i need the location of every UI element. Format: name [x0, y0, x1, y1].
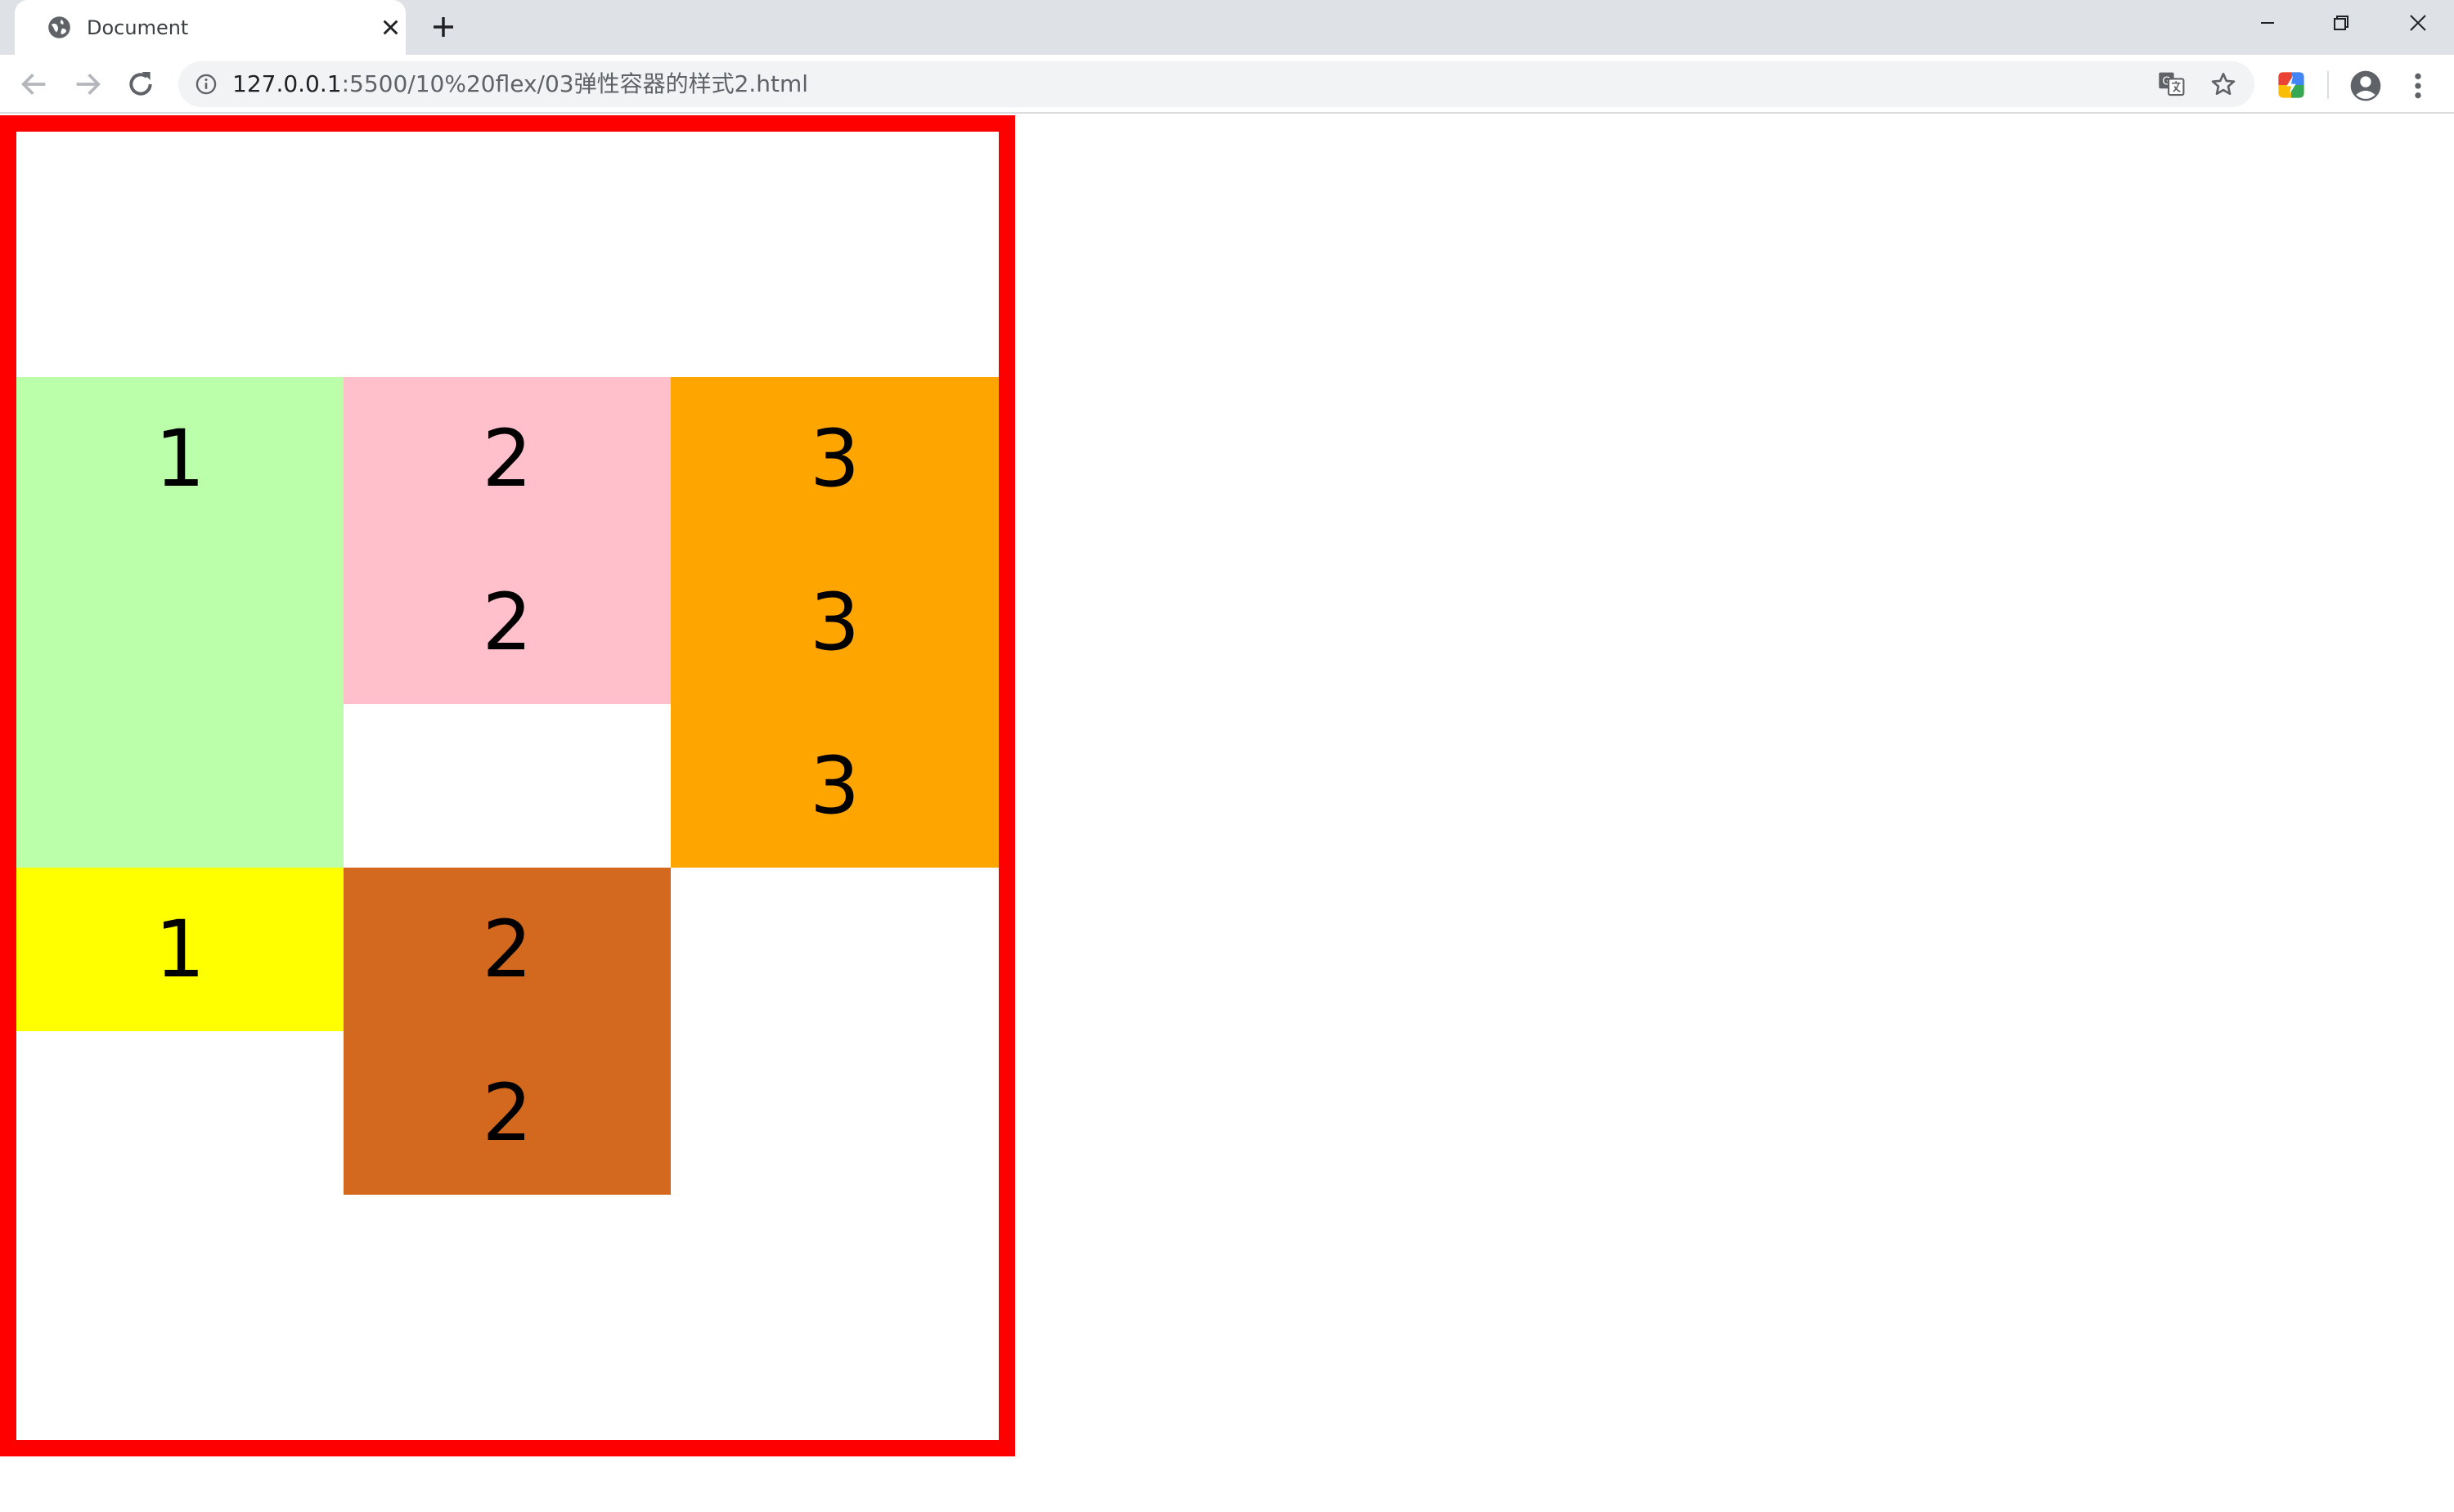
flex-item-3: 3 3 3: [671, 377, 999, 868]
toolbar-divider: [2327, 71, 2329, 99]
flex-item-5: 2 2: [344, 868, 671, 1195]
info-icon[interactable]: [195, 73, 218, 96]
page-viewport: 1 2 2 3 3 3 1 2 2: [0, 115, 2454, 1512]
arrow-right-icon[interactable]: [71, 68, 104, 101]
item-label: 3: [809, 413, 861, 505]
item-label: 2: [482, 1067, 533, 1159]
item-label: 1: [155, 904, 205, 995]
url-text[interactable]: 127.0.0.1:5500/10%20flex/03弹性容器的样式2.html: [232, 70, 808, 99]
minimize-icon[interactable]: [2248, 7, 2287, 39]
item-label: 3: [809, 577, 861, 668]
extension-icon[interactable]: [2277, 71, 2305, 99]
kebab-menu-icon[interactable]: [2407, 70, 2429, 102]
address-bar[interactable]: 127.0.0.1:5500/10%20flex/03弹性容器的样式2.html…: [178, 61, 2254, 107]
star-icon[interactable]: [2210, 71, 2236, 97]
browser-tab[interactable]: Document: [15, 0, 406, 55]
translate-icon[interactable]: G: [2158, 71, 2186, 97]
window-close-icon[interactable]: [2398, 7, 2438, 39]
flex-item-4: 1: [16, 868, 344, 1031]
tab-strip: Document: [0, 0, 2454, 55]
reload-icon[interactable]: [124, 68, 157, 101]
close-icon[interactable]: [380, 16, 402, 38]
flex-item-2: 2 2: [344, 377, 671, 704]
profile-icon[interactable]: [2349, 70, 2382, 102]
browser-toolbar: 127.0.0.1:5500/10%20flex/03弹性容器的样式2.html…: [0, 55, 2454, 114]
item-label: 2: [482, 904, 533, 995]
item-label: 2: [482, 577, 533, 668]
new-tab-button[interactable]: [430, 14, 456, 40]
item-label: 3: [809, 740, 861, 832]
item-label: 1: [155, 413, 205, 505]
flex-item-1: 1: [16, 377, 344, 868]
globe-icon: [48, 16, 70, 38]
url-host: 127.0.0.1: [232, 70, 342, 97]
tab-title: Document: [87, 16, 189, 39]
arrow-left-icon[interactable]: [18, 68, 51, 101]
flex-container: 1 2 2 3 3 3 1 2 2: [0, 115, 1015, 1456]
restore-icon[interactable]: [2321, 7, 2361, 39]
item-label: 2: [482, 413, 533, 505]
url-path: :5500/10%20flex/03弹性容器的样式2.html: [341, 70, 809, 97]
